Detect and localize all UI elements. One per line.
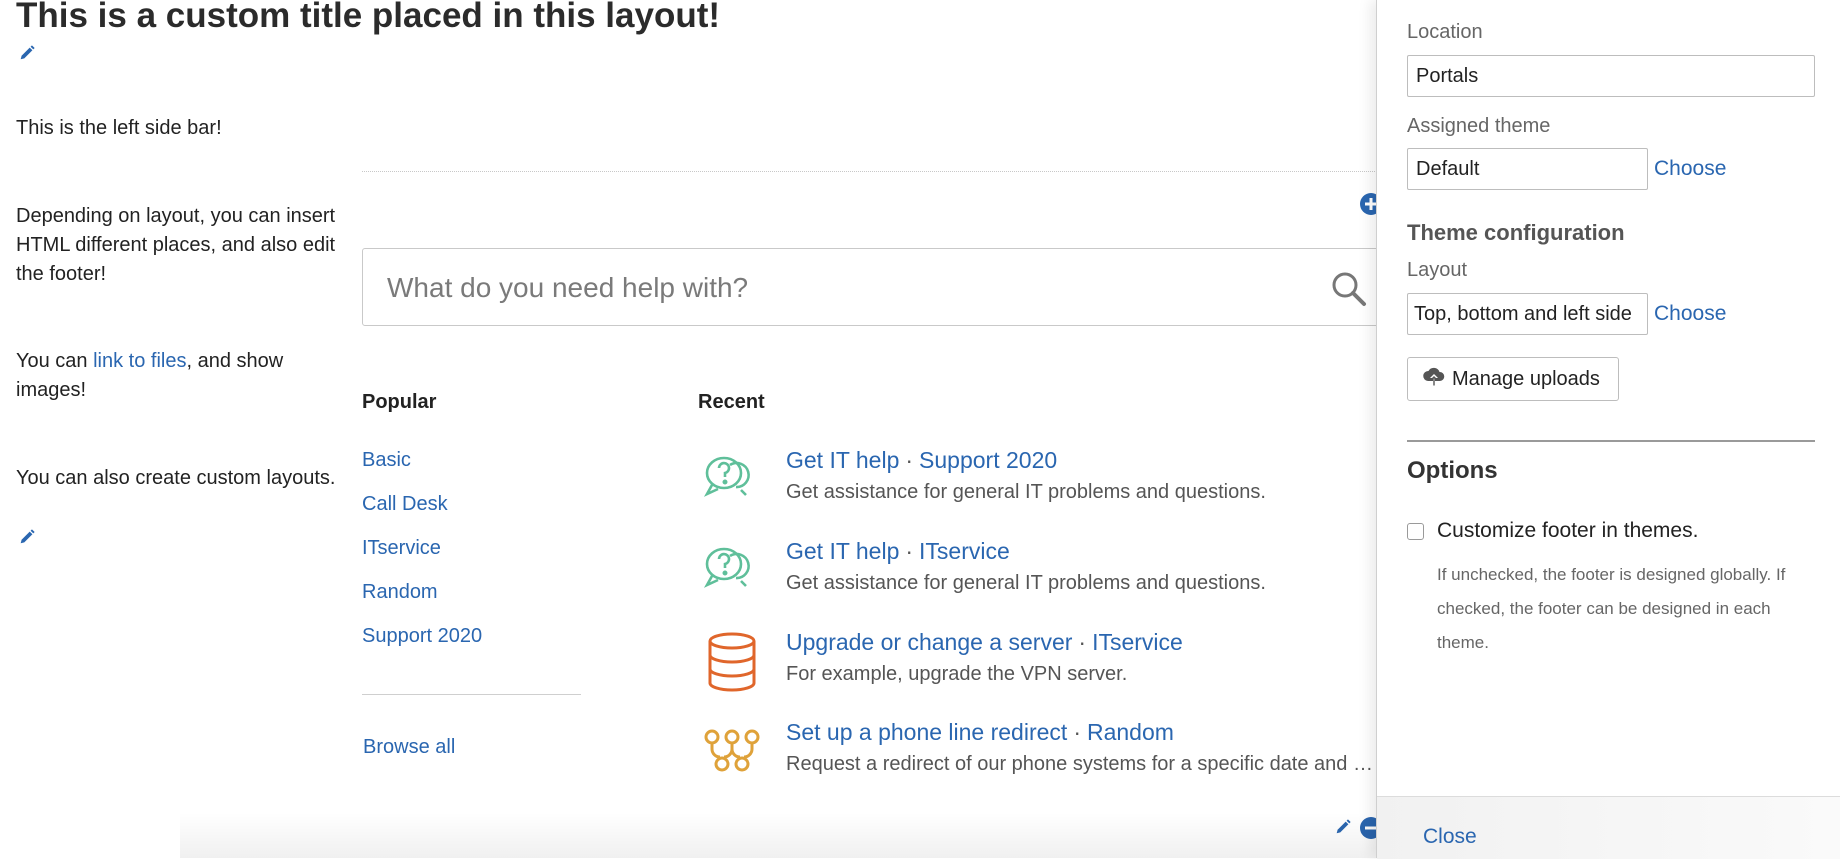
page-title: This is a custom title placed in this la… <box>16 0 721 35</box>
chat-question-icon <box>702 542 760 600</box>
popular-item-call-desk[interactable]: Call Desk <box>362 493 448 516</box>
recent-item-3-name[interactable]: Upgrade or change a server <box>786 629 1072 655</box>
title-dot: · <box>1078 629 1087 655</box>
theme-configuration-heading: Theme configuration <box>1407 220 1625 245</box>
recent-item-4-project[interactable]: Random <box>1087 719 1174 745</box>
popular-item-basic[interactable]: Basic <box>362 449 411 472</box>
help-search-box <box>362 248 1382 326</box>
search-input[interactable] <box>385 267 1269 309</box>
recent-item-1-title[interactable]: Get IT help · Support 2020 <box>786 447 1057 474</box>
sidebar-text-2: Depending on layout, you can insert HTML… <box>16 205 336 285</box>
assigned-theme-field[interactable]: Default <box>1407 148 1648 190</box>
manage-uploads-button[interactable]: Manage uploads <box>1407 357 1619 401</box>
recent-item-1-description: Get assistance for general IT problems a… <box>786 481 1266 503</box>
customize-footer-checkbox[interactable] <box>1407 523 1424 540</box>
recent-item-2-title[interactable]: Get IT help · ITservice <box>786 538 1010 565</box>
popular-item-support-2020[interactable]: Support 2020 <box>362 625 482 648</box>
network-icon <box>702 728 760 786</box>
popular-heading: Popular <box>362 391 437 413</box>
manage-uploads-label: Manage uploads <box>1452 367 1600 390</box>
popular-item-itservice[interactable]: ITservice <box>362 537 441 560</box>
popular-item-random[interactable]: Random <box>362 581 438 604</box>
database-icon <box>706 632 764 692</box>
recent-item-3-description: For example, upgrade the VPN server. <box>786 663 1128 685</box>
recent-item-1-project[interactable]: Support 2020 <box>919 447 1057 473</box>
recent-item-3-project[interactable]: ITservice <box>1092 629 1183 655</box>
sidebar-text-3: You can link to files, and show images! <box>16 347 336 405</box>
title-dot: · <box>905 538 914 564</box>
choose-layout-link[interactable]: Choose <box>1654 302 1726 326</box>
sidebar-text-4: You can also create custom layouts. <box>16 467 336 489</box>
browse-all-link[interactable]: Browse all <box>363 736 455 759</box>
options-heading: Options <box>1407 457 1498 484</box>
recent-item-1-name[interactable]: Get IT help <box>786 447 899 473</box>
customize-footer-help: If unchecked, the footer is designed glo… <box>1437 565 1786 652</box>
sidebar-text-3-before: You can <box>16 350 94 372</box>
close-button[interactable]: Close <box>1423 825 1477 849</box>
recent-item-2-description: Get assistance for general IT problems a… <box>786 572 1266 594</box>
recent-item-2-name[interactable]: Get IT help <box>786 538 899 564</box>
assigned-theme-label: Assigned theme <box>1407 115 1551 137</box>
header-divider <box>362 171 1377 172</box>
title-dot: · <box>905 447 914 473</box>
title-dot: · <box>1073 719 1081 745</box>
recent-item-2-project[interactable]: ITservice <box>919 538 1010 564</box>
layout-field[interactable]: Top, bottom and left side <box>1407 293 1648 335</box>
location-field[interactable]: Portals <box>1407 55 1815 97</box>
chat-question-icon <box>702 451 760 509</box>
recent-item-4-description: Request a redirect of our phone systems … <box>786 753 1373 775</box>
bottom-shade <box>180 812 1380 858</box>
recent-item-4-name[interactable]: Set up a phone line redirect <box>786 719 1067 745</box>
link-to-files[interactable]: link to files <box>93 350 186 372</box>
sidebar-text-1: This is the left side bar! <box>16 117 222 139</box>
popular-separator <box>362 694 581 695</box>
choose-theme-link[interactable]: Choose <box>1654 157 1726 181</box>
cloud-upload-icon <box>1422 365 1446 393</box>
recent-item-3-title[interactable]: Upgrade or change a server · ITservice <box>786 629 1183 656</box>
options-divider <box>1407 440 1815 442</box>
recent-item-4-title[interactable]: Set up a phone line redirect · Random <box>786 719 1174 746</box>
edit-sidebar-pencil-icon[interactable] <box>18 528 36 551</box>
location-label: Location <box>1407 21 1483 43</box>
layout-label: Layout <box>1407 259 1468 281</box>
recent-heading: Recent <box>698 391 765 413</box>
search-icon[interactable] <box>1331 271 1367 312</box>
edit-title-pencil-icon[interactable] <box>18 44 36 67</box>
customize-footer-label[interactable]: Customize footer in themes. <box>1437 519 1698 543</box>
